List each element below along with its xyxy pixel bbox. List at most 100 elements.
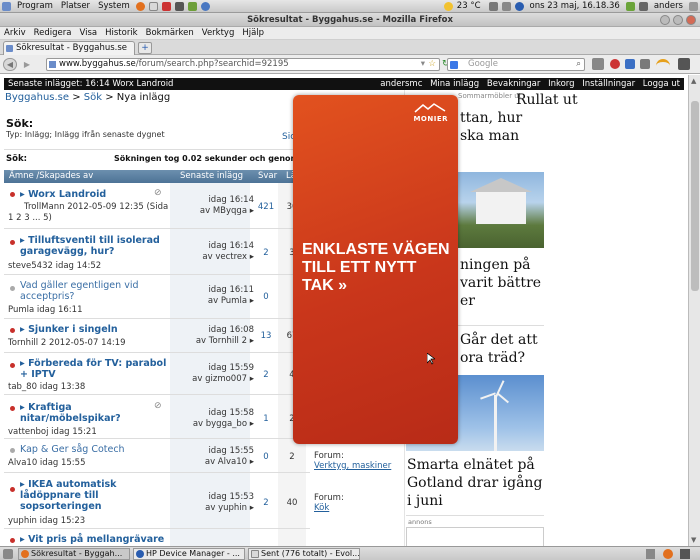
last-post-author[interactable]: av Pumla ▸ [174,296,254,307]
menu-redigera[interactable]: Redigera [30,28,76,38]
topic-pages[interactable]: 1 2 3 ... 5) [8,213,52,223]
table-row[interactable]: ▸ IKEA automatisk lådöppnare till sopsor… [4,473,310,529]
addon-3-icon[interactable] [640,59,650,69]
news-headline-1-line3[interactable]: ska man [460,127,550,145]
topic-title-link[interactable]: ▸ Vit pris på mellangrävare + [20,534,170,546]
col-header-last-post[interactable]: Senaste inlägg [180,171,243,181]
scrollbar-thumb[interactable] [691,101,699,291]
addon-icon[interactable] [610,59,620,69]
hp-device-icon[interactable] [514,1,524,11]
search-icon[interactable]: ⌕ [576,59,581,70]
task-evolution[interactable]: Sent (776 totalt) - Evol... [248,548,360,560]
search-input[interactable]: Google ⌕ [447,58,585,71]
menu-verktyg[interactable]: Verktyg [198,28,239,38]
news-headline-1-line2[interactable]: ttan, hur [460,109,550,127]
reply-count[interactable]: 1 [256,414,276,424]
table-row[interactable]: ▸ Kraftiga nitar/möbelspikar? ⊘ vattenbo… [4,395,310,439]
scroll-up-icon[interactable]: ▲ [691,77,696,85]
reply-count[interactable]: 2 [256,370,276,380]
table-row[interactable]: Vad gäller egentligen vid acceptpris? Pu… [4,275,310,319]
editor-launcher-icon[interactable] [187,1,197,11]
ad-box-bottom[interactable] [406,527,544,546]
power-icon[interactable] [689,1,698,11]
menu-hjalp[interactable]: Hjälp [238,28,268,38]
bookmark-star-icon[interactable]: ☆ [428,59,436,70]
terminal-launcher-icon[interactable] [174,1,184,11]
site-identity-icon[interactable] [49,61,56,68]
user-link-my-posts[interactable]: Mina inlägg [430,79,479,89]
user-link-inbox[interactable]: Inkorg [548,79,574,89]
news-headline-3-line1[interactable]: Går det att [460,331,550,349]
menu-arkiv[interactable]: Arkiv [0,28,30,38]
panel-menu-system[interactable]: System [94,1,134,11]
tab-sokresultat[interactable]: Sökresultat - Byggahus.se [3,41,135,55]
volume-icon[interactable] [501,1,511,11]
topic-title-link[interactable]: ▸ Kraftiga nitar/möbelspikar? [20,402,140,424]
news-headline-2-line2[interactable]: varit bättre [460,274,550,292]
monier-logo[interactable]: MONIER [413,103,448,123]
topic-title-link[interactable]: ▸ Worx Landroid [20,189,106,200]
last-post-author[interactable]: av yuphin ▸ [174,503,254,514]
network-icon[interactable] [488,1,498,11]
news-image-house[interactable] [458,172,544,248]
breadcrumb-search[interactable]: Sök [84,92,102,103]
last-post-author[interactable]: av bygga_bo ▸ [174,419,254,430]
topic-title-link[interactable]: Vad gäller egentligen vid acceptpris? [20,280,170,302]
home-icon[interactable] [592,58,604,70]
mail-launcher-icon[interactable] [148,1,158,11]
applications-icon[interactable] [2,1,11,11]
forward-arrow-icon[interactable]: ▶ [21,59,33,70]
last-post-author[interactable]: av vectrex ▸ [174,252,254,263]
last-post-author[interactable]: av gizmo007 ▸ [174,374,254,385]
url-bar[interactable]: www.byggahus.se/forum/search.php?searchi… [46,58,440,71]
menu-visa[interactable]: Visa [75,28,101,38]
battery-icon[interactable] [625,1,635,11]
menu-icon[interactable] [678,58,690,70]
last-post-author[interactable]: av Tornhill 2 ▸ [174,336,254,347]
addon-2-icon[interactable] [625,59,635,69]
topic-title-link[interactable]: ▸ Förbereda för TV: parabol + IPTV [20,358,170,380]
reply-count[interactable]: 0 [256,292,276,302]
topic-title-link[interactable]: ▸ Sjunker i singeln [20,324,118,335]
topic-title-link[interactable]: ▸ Tilluftsventil till isolerad garageväg… [20,235,170,257]
forum-link-2[interactable]: Kök [314,503,329,513]
news-headline-2-line1[interactable]: ningen på [460,256,550,274]
user-link-logout[interactable]: Logga ut [643,79,680,89]
user-link-settings[interactable]: Inställningar [582,79,635,89]
table-row[interactable]: ▸ Förbereda för TV: parabol + IPTV tab_8… [4,353,310,395]
dropdown-arrow-icon[interactable]: ▾ [421,59,425,70]
scroll-down-icon[interactable]: ▼ [691,536,696,544]
last-post-author[interactable]: av MByqga ▸ [174,206,254,217]
close-icon[interactable] [686,15,696,25]
panel-menu-platser[interactable]: Platser [57,1,94,11]
help-launcher-icon[interactable] [161,1,171,11]
reply-count[interactable]: 0 [256,452,276,462]
breadcrumb-home[interactable]: Byggahus.se [5,92,69,103]
topic-title-link[interactable]: ▸ IKEA automatisk lådöppnare till sopsor… [20,479,160,512]
reply-count[interactable]: 13 [256,331,276,341]
reply-count[interactable]: 2 [256,498,276,508]
forum-link[interactable]: Verktyg, maskiner [314,461,391,471]
rainbow-icon[interactable] [656,59,670,69]
table-row[interactable]: ▸ Sjunker i singeln Tornhill 2 2012-05-0… [4,319,310,353]
ad-slogan[interactable]: ENKLASTE VÄGEN TILL ETT NYTT TAK » [302,241,452,295]
reply-count[interactable]: 421 [256,202,276,212]
table-row[interactable]: ▸ Worx Landroid ⊘ TrollMann 2012-05-09 1… [4,183,310,229]
show-desktop-icon[interactable] [3,549,13,559]
task-firefox[interactable]: Sökresultat - Byggah... [18,548,130,560]
topic-title-link[interactable]: Kap & Ger såg Cotech [20,444,125,455]
workspace-switcher-icon[interactable] [680,549,690,559]
monier-ad-overlay[interactable]: MONIER ENKLASTE VÄGEN TILL ETT NYTT TAK … [293,95,458,444]
new-tab-button[interactable]: + [138,42,152,54]
google-icon[interactable] [450,61,458,69]
table-row[interactable]: ▸ Tilluftsventil till isolerad garageväg… [4,229,310,275]
back-arrow-icon[interactable]: ◀ [3,58,17,71]
latest-post-label[interactable]: Senaste inlägget: 16:14 Worx Landroid [8,79,173,89]
task-hp-device-manager[interactable]: HP Device Manager - ... [133,548,245,560]
window-titlebar[interactable]: Sökresultat - Byggahus.se - Mozilla Fire… [0,13,700,27]
page-scrollbar[interactable]: ▲ ▼ [688,75,700,546]
reply-count[interactable]: 2 [256,248,276,258]
firefox-launcher-icon[interactable] [135,1,145,11]
last-post-author[interactable]: av Alva10 ▸ [174,457,254,468]
news-headline-4[interactable]: Smarta elnätet på Gotland drar igång i j… [407,456,547,510]
